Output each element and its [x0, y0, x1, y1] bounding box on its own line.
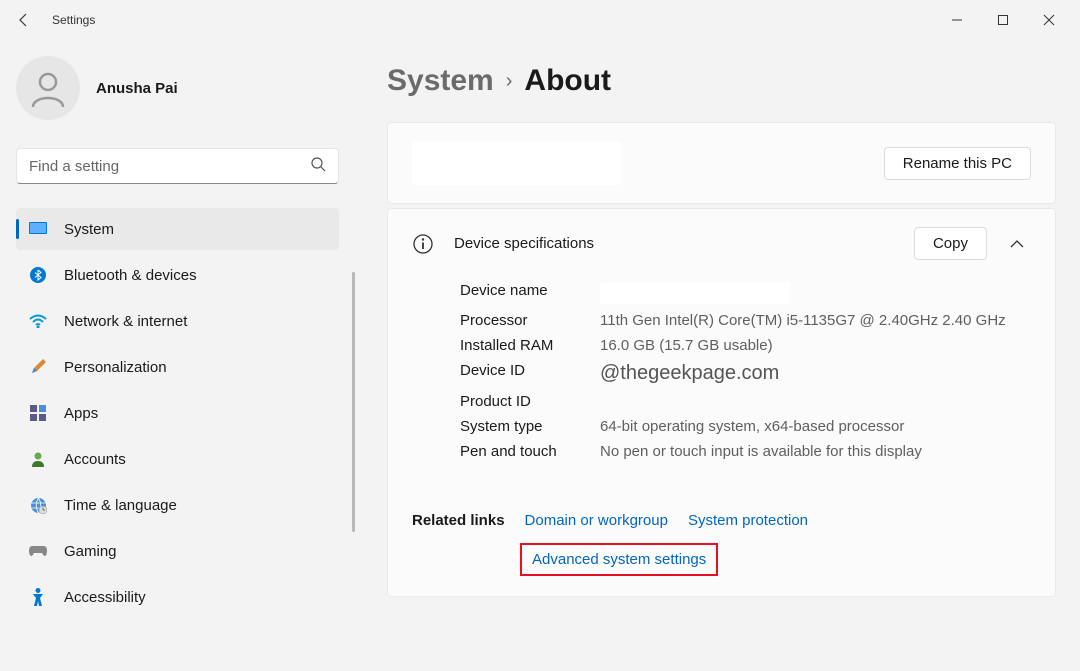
device-specs-heading: Device specifications	[454, 235, 594, 252]
chevron-right-icon: ›	[506, 70, 513, 93]
spec-value-redacted	[600, 282, 790, 304]
spec-row-system-type: System type 64-bit operating system, x64…	[460, 418, 1055, 435]
back-button[interactable]	[8, 4, 40, 36]
spec-table: Device name Processor 11th Gen Intel(R) …	[388, 278, 1055, 492]
titlebar: Settings	[0, 0, 1080, 40]
spec-label: System type	[460, 418, 600, 435]
apps-icon	[28, 403, 48, 423]
spec-value: 16.0 GB (15.7 GB usable)	[600, 337, 773, 354]
spec-row-device-id: Device ID @thegeekpage.com	[460, 362, 1055, 385]
system-icon	[28, 219, 48, 239]
scrollbar[interactable]	[352, 272, 355, 532]
brush-icon	[28, 357, 48, 377]
spec-label: Processor	[460, 312, 600, 329]
search-input[interactable]	[16, 148, 339, 184]
nav-list: System Bluetooth & devices Network & int…	[16, 208, 339, 618]
breadcrumb: System › About	[387, 64, 1056, 98]
sidebar-item-time-language[interactable]: Time & language	[16, 484, 339, 526]
spec-label: Product ID	[460, 393, 600, 410]
spec-row-processor: Processor 11th Gen Intel(R) Core(TM) i5-…	[460, 312, 1055, 329]
sidebar-item-label: Time & language	[64, 497, 177, 514]
pc-name-card: Rename this PC	[387, 122, 1056, 204]
sidebar-item-personalization[interactable]: Personalization	[16, 346, 339, 388]
device-specs-card: Device specifications Copy Device name P…	[387, 208, 1056, 597]
wifi-icon	[28, 311, 48, 331]
person-icon	[28, 449, 48, 469]
sidebar-item-label: System	[64, 221, 114, 238]
search-field[interactable]	[29, 158, 310, 175]
bluetooth-icon	[28, 265, 48, 285]
related-links-label: Related links	[412, 512, 505, 529]
sidebar-item-label: Gaming	[64, 543, 117, 560]
spec-value: 64-bit operating system, x64-based proce…	[600, 418, 904, 435]
sidebar-item-network[interactable]: Network & internet	[16, 300, 339, 342]
info-icon	[412, 233, 434, 255]
maximize-button[interactable]	[980, 0, 1026, 40]
globe-icon	[28, 495, 48, 515]
spec-row-pen-touch: Pen and touch No pen or touch input is a…	[460, 443, 1055, 460]
sidebar-item-label: Accessibility	[64, 589, 146, 606]
sidebar-item-label: Accounts	[64, 451, 126, 468]
sidebar-item-accessibility[interactable]: Accessibility	[16, 576, 339, 618]
sidebar-item-bluetooth[interactable]: Bluetooth & devices	[16, 254, 339, 296]
related-links: Related links Domain or workgroup System…	[388, 492, 1055, 596]
sidebar-item-label: Personalization	[64, 359, 167, 376]
copy-button[interactable]: Copy	[914, 227, 987, 260]
sidebar-item-accounts[interactable]: Accounts	[16, 438, 339, 480]
watermark: @thegeekpage.com	[600, 362, 779, 385]
spec-label: Device ID	[460, 362, 600, 379]
breadcrumb-parent[interactable]: System	[387, 64, 494, 98]
sidebar-item-system[interactable]: System	[16, 208, 339, 250]
sidebar-item-gaming[interactable]: Gaming	[16, 530, 339, 572]
main-content: System › About Rename this PC Device spe…	[355, 40, 1080, 671]
spec-row-ram: Installed RAM 16.0 GB (15.7 GB usable)	[460, 337, 1055, 354]
sidebar-item-label: Apps	[64, 405, 98, 422]
chevron-up-icon[interactable]	[1003, 240, 1031, 248]
user-profile[interactable]: Anusha Pai	[16, 52, 339, 124]
link-domain-workgroup[interactable]: Domain or workgroup	[525, 512, 668, 529]
close-button[interactable]	[1026, 0, 1072, 40]
avatar	[16, 56, 80, 120]
sidebar-item-label: Network & internet	[64, 313, 187, 330]
access-icon	[28, 587, 48, 607]
gamepad-icon	[28, 541, 48, 561]
spec-label: Device name	[460, 282, 600, 299]
link-advanced-system-settings[interactable]: Advanced system settings	[520, 543, 718, 576]
window-title: Settings	[52, 13, 95, 27]
sidebar-item-apps[interactable]: Apps	[16, 392, 339, 434]
sidebar: Anusha Pai System Bluetooth & devices Ne…	[0, 40, 355, 671]
spec-row-device-name: Device name	[460, 282, 1055, 304]
link-system-protection[interactable]: System protection	[688, 512, 808, 529]
minimize-button[interactable]	[934, 0, 980, 40]
page-title: About	[524, 64, 611, 98]
spec-label: Installed RAM	[460, 337, 600, 354]
spec-label: Pen and touch	[460, 443, 600, 460]
rename-pc-button[interactable]: Rename this PC	[884, 147, 1031, 180]
spec-value: 11th Gen Intel(R) Core(TM) i5-1135G7 @ 2…	[600, 312, 1006, 329]
search-icon	[310, 156, 326, 177]
user-name: Anusha Pai	[96, 80, 178, 97]
device-specs-header[interactable]: Device specifications Copy	[388, 209, 1055, 278]
spec-row-product-id: Product ID	[460, 393, 1055, 410]
pc-name-redacted	[412, 141, 622, 185]
spec-value: No pen or touch input is available for t…	[600, 443, 922, 460]
sidebar-item-label: Bluetooth & devices	[64, 267, 197, 284]
